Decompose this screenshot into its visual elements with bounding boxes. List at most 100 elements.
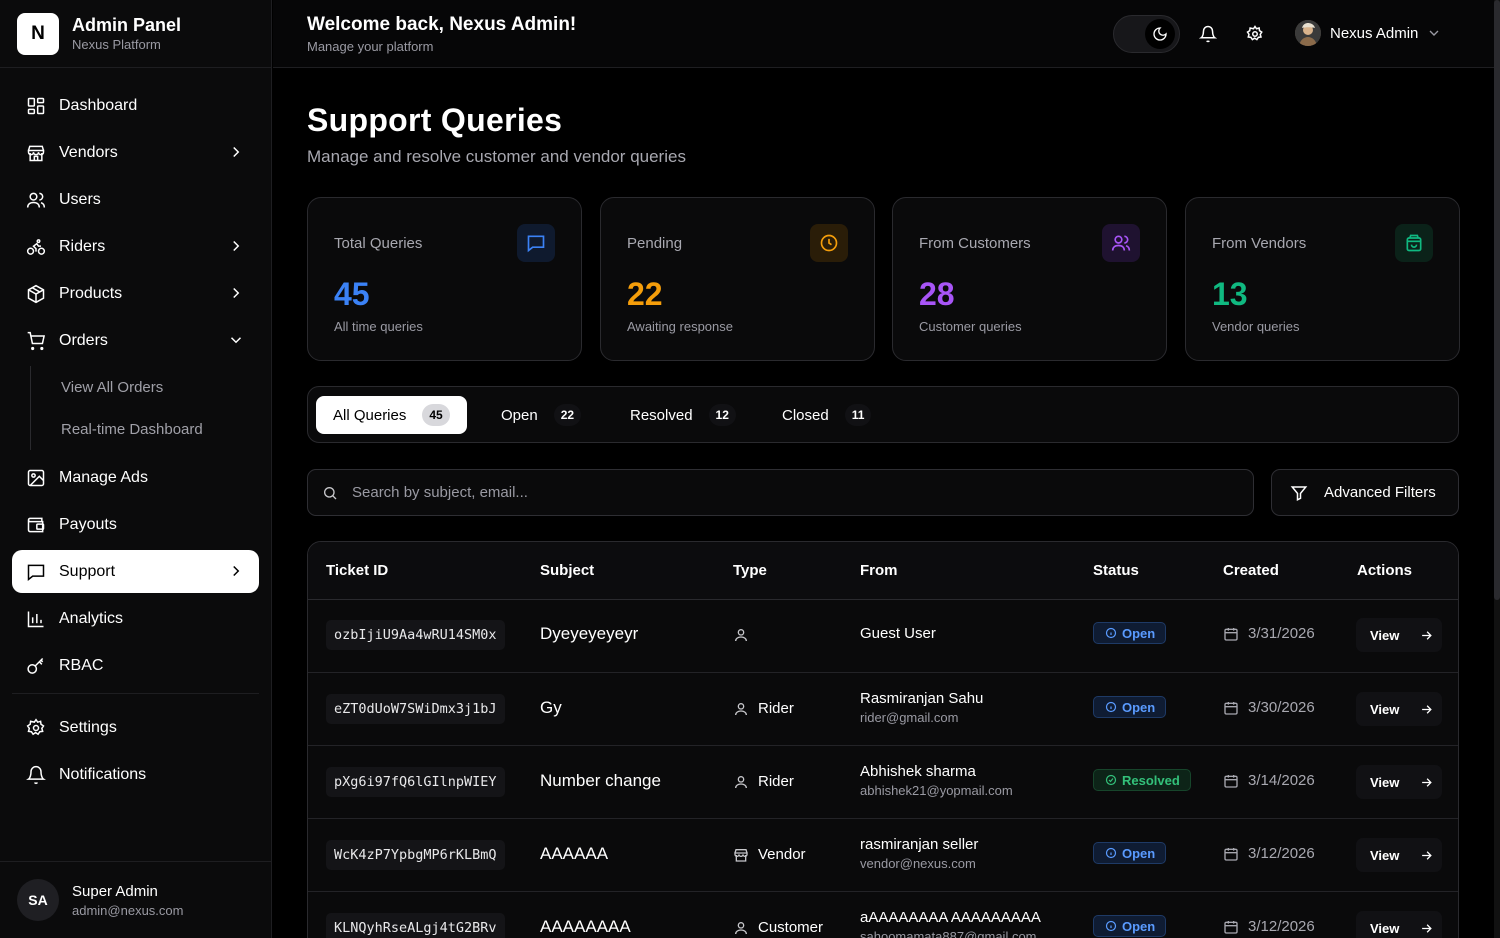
status-label: Resolved <box>1122 772 1180 788</box>
user-icon <box>735 775 747 788</box>
users-icon <box>25 189 47 211</box>
message-icon <box>517 224 555 262</box>
user-email: admin@nexus.com <box>72 902 184 918</box>
submenu-item-view-all-orders[interactable]: View All Orders <box>61 366 259 408</box>
gear-icon <box>25 717 47 739</box>
table-row[interactable]: eZT0dUoW7SWiDmx3j1bJ Gy Rider Rasmiranja… <box>308 673 1458 746</box>
users-icon <box>1102 224 1140 262</box>
sidebar-item-analytics[interactable]: Analytics <box>12 597 259 640</box>
from-name: Rasmiranjan Sahu <box>860 690 984 707</box>
theme-toggle[interactable] <box>1113 15 1180 53</box>
from-email: vendor@nexus.com <box>860 856 976 871</box>
sidebar-item-users[interactable]: Users <box>12 178 259 221</box>
search-input[interactable] <box>352 484 1232 501</box>
chevron-down-icon <box>230 337 242 344</box>
stat-card-from-vendors: From Vendors 13 Vendor queries <box>1185 197 1460 361</box>
sidebar-item-manage-ads[interactable]: Manage Ads <box>12 456 259 499</box>
sidebar-item-payouts[interactable]: Payouts <box>12 503 259 546</box>
sidebar-user-profile[interactable]: SA Super Admin admin@nexus.com <box>0 861 272 938</box>
calendar-icon <box>1224 701 1238 715</box>
tab-all-queries[interactable]: All Queries 45 <box>316 396 467 434</box>
from-email: rider@gmail.com <box>860 710 959 725</box>
tab-open[interactable]: Open 22 <box>484 396 598 434</box>
moon-icon <box>1153 27 1167 41</box>
from: rasmiranjan seller vendor@nexus.com <box>860 836 978 871</box>
from-name: Guest User <box>860 625 936 642</box>
cart-icon <box>25 330 47 352</box>
stat-desc: Customer queries <box>919 319 1022 334</box>
grid-icon <box>25 95 47 117</box>
tab-label: Resolved <box>630 406 693 424</box>
settings-button[interactable] <box>1245 24 1265 44</box>
view-label: View <box>1370 774 1400 790</box>
stat-desc: Awaiting response <box>627 319 733 334</box>
view-button[interactable]: View <box>1356 618 1442 652</box>
view-button[interactable]: View <box>1356 838 1442 872</box>
type-label: Customer <box>758 919 824 936</box>
sidebar-item-label: Vendors <box>59 143 118 161</box>
stat-value: 45 <box>334 276 370 312</box>
table-row[interactable]: pXg6i97fQ6lGIlnpWIEY Number change Rider… <box>308 746 1458 819</box>
view-button[interactable]: View <box>1356 765 1442 799</box>
stat-value: 28 <box>919 276 955 312</box>
status-badge: Open <box>1093 842 1167 864</box>
created-label: 3/12/2026 <box>1248 918 1315 935</box>
sidebar-item-products[interactable]: Products <box>12 272 259 315</box>
sidebar-item-label: Dashboard <box>59 96 138 114</box>
from-name: aAAAAAAAA AAAAAAAAA <box>860 909 1041 926</box>
sidebar-item-rbac[interactable]: RBAC <box>12 644 259 687</box>
user-name: Super Admin <box>72 882 158 900</box>
from-email: abhishek21@yopmail.com <box>860 783 1013 798</box>
user-icon <box>735 629 747 642</box>
tab-count-badge: 22 <box>553 404 582 426</box>
bell-icon <box>1199 25 1217 43</box>
status-badge: Resolved <box>1093 769 1191 791</box>
type-label: Rider <box>758 773 794 790</box>
advanced-filters-button[interactable]: Advanced Filters <box>1271 469 1459 516</box>
table-row[interactable]: KLNQyhRseALgj4tG2BRv AAAAAAAA Customer a… <box>308 892 1458 938</box>
user-menu[interactable]: Nexus Admin <box>1295 20 1442 46</box>
scrollbar-thumb[interactable] <box>1494 0 1500 600</box>
column-header-from: From <box>860 562 898 579</box>
type-label: Rider <box>758 700 794 717</box>
tab-closed[interactable]: Closed 11 <box>765 396 888 434</box>
sidebar-item-riders[interactable]: Riders <box>12 225 259 268</box>
ticket-id: eZT0dUoW7SWiDmx3j1bJ <box>326 694 505 724</box>
sidebar-item-vendors[interactable]: Vendors <box>12 131 259 174</box>
stat-label: From Vendors <box>1212 235 1307 252</box>
created-label: 3/30/2026 <box>1248 699 1315 716</box>
sidebar-item-dashboard[interactable]: Dashboard <box>12 84 259 127</box>
sidebar-item-support[interactable]: Support <box>12 550 259 593</box>
view-button[interactable]: View <box>1356 692 1442 726</box>
table-row[interactable]: WcK4zP7YpbgMP6rKLBmQ AAAAAA Vendor rasmi… <box>308 819 1458 892</box>
stat-label: Pending <box>627 235 683 252</box>
tab-resolved[interactable]: Resolved 12 <box>613 396 753 434</box>
subject: Gy <box>540 698 562 717</box>
sidebar-item-orders[interactable]: Orders <box>12 319 259 362</box>
arrow-right-icon <box>1422 704 1433 714</box>
status-label: Open <box>1122 625 1156 641</box>
table-row[interactable]: ozbIjiU9Aa4wRU14SM0x Dyeyeyeyeyr Guest U… <box>308 600 1458 673</box>
sidebar-item-label: Notifications <box>59 765 147 783</box>
top-header: Welcome back, Nexus Admin! Manage your p… <box>273 0 1500 68</box>
notifications-button[interactable] <box>1198 24 1218 44</box>
view-button[interactable]: View <box>1356 911 1442 938</box>
subject: AAAAAA <box>540 844 609 863</box>
column-header-status: Status <box>1093 562 1139 579</box>
arrow-right-icon <box>1422 923 1433 933</box>
info-icon <box>1105 701 1117 713</box>
page-title: Support Queries <box>307 102 563 138</box>
chevron-right-icon <box>233 146 240 158</box>
package-icon <box>25 283 47 305</box>
status-badge: Open <box>1093 696 1167 718</box>
table-header: Ticket ID Subject Type From Status Creat… <box>308 542 1458 600</box>
sidebar-item-notifications[interactable]: Notifications <box>12 753 259 796</box>
bike-icon <box>25 236 47 258</box>
tab-label: Open <box>501 406 538 424</box>
chevron-right-icon <box>233 240 240 252</box>
sidebar-item-settings[interactable]: Settings <box>12 706 259 749</box>
page-subtitle: Manage and resolve customer and vendor q… <box>307 147 686 166</box>
stat-card-pending: Pending 22 Awaiting response <box>600 197 875 361</box>
submenu-item-realtime-dashboard[interactable]: Real-time Dashboard <box>61 408 259 450</box>
page-scrollbar[interactable] <box>1494 0 1500 938</box>
